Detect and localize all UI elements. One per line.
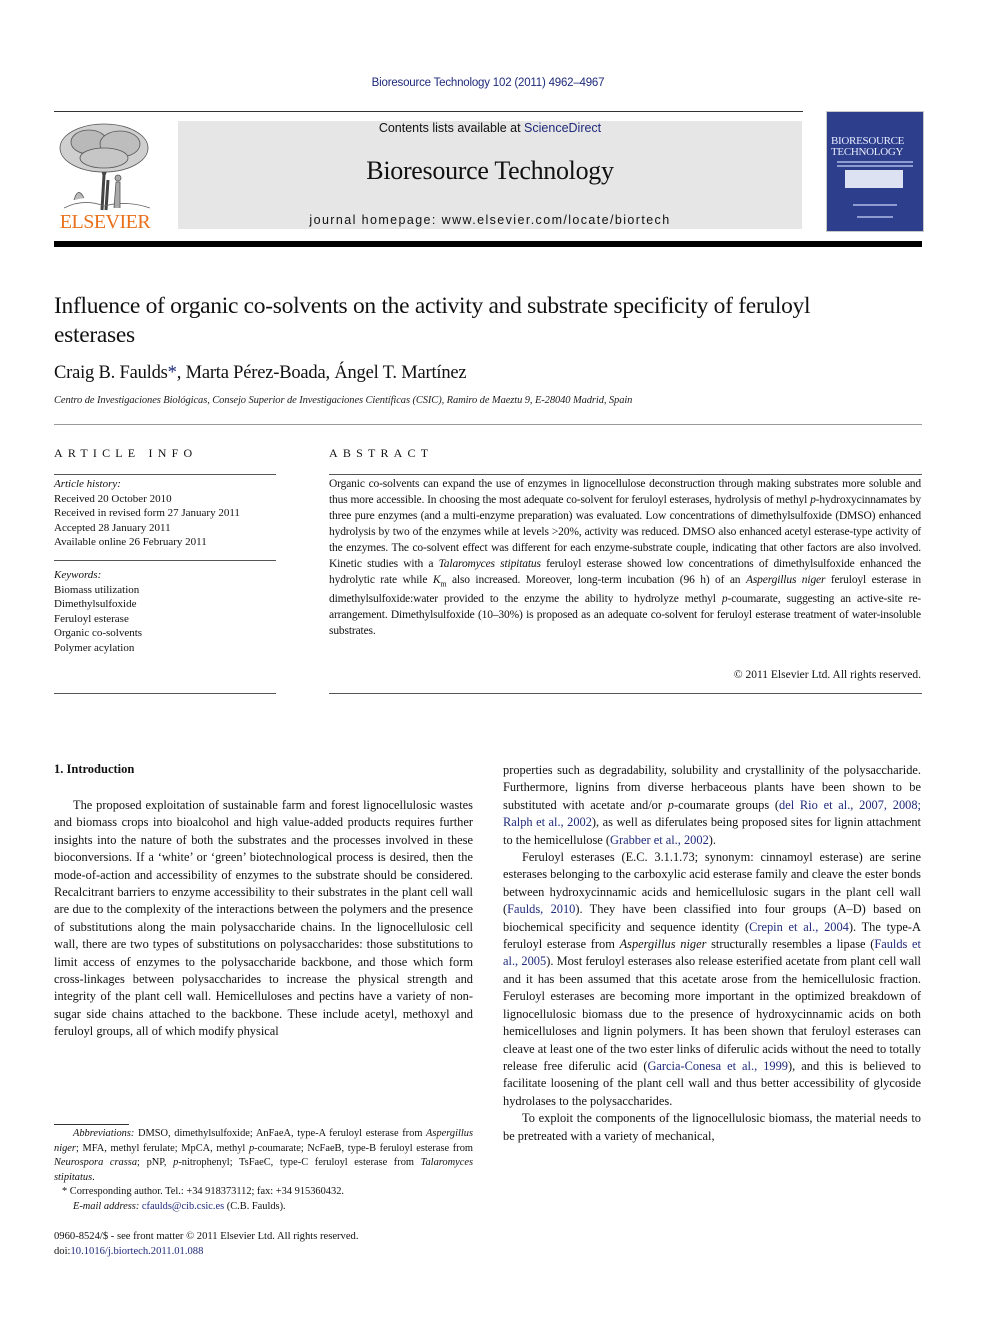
abstract-heading: ABSTRACT xyxy=(329,446,434,460)
header-rule xyxy=(54,111,803,112)
keyword-item: Biomass utilization xyxy=(54,583,140,596)
history-item: Received 20 October 2010 xyxy=(54,492,172,505)
abstract-copyright: © 2011 Elsevier Ltd. All rights reserved… xyxy=(733,669,921,681)
doi-line: doi:10.1016/j.biortech.2011.01.088 xyxy=(54,1245,204,1257)
author-separator: , xyxy=(325,363,335,383)
abbreviations-footnote: Abbreviations: DMSO, dimethylsulfoxide; … xyxy=(54,1128,473,1183)
author-name[interactable]: Craig B. Faulds xyxy=(54,363,168,383)
cover-decor-line xyxy=(857,216,893,218)
body-column-right: properties such as degradability, solubi… xyxy=(503,762,921,1145)
divider xyxy=(54,424,922,425)
citation-link[interactable]: Grabber et al., 2002 xyxy=(610,833,709,847)
article-info-heading: ARTICLE INFO xyxy=(54,446,198,460)
contents-availability: Contents lists available at ScienceDirec… xyxy=(178,121,802,135)
citation-link[interactable]: Faulds, 2010 xyxy=(507,902,575,916)
author-name[interactable]: Marta Pérez-Boada xyxy=(186,363,326,383)
paragraph: To exploit the components of the lignoce… xyxy=(503,1111,921,1143)
keyword-item: Dimethylsulfoxide xyxy=(54,598,137,610)
paragraph: The proposed exploitation of sustainable… xyxy=(54,798,473,1039)
cover-decor-line xyxy=(837,161,913,163)
divider xyxy=(54,560,276,561)
history-item: Received in revised form 27 January 2011 xyxy=(54,507,240,519)
email-link[interactable]: cfaulds@cib.csic.es xyxy=(142,1201,224,1212)
article-title: Influence of organic co-solvents on the … xyxy=(54,293,811,348)
history-label: Article history: xyxy=(54,478,121,490)
divider xyxy=(54,693,276,694)
section-heading-introduction: 1. Introduction xyxy=(54,762,135,776)
corresponding-author-mark[interactable]: * xyxy=(168,363,177,383)
keyword-item: Feruloyl esterase xyxy=(54,612,129,625)
history-item: Accepted 28 January 2011 xyxy=(54,521,171,534)
elsevier-wordmark: ELSEVIER xyxy=(59,211,151,233)
cover-decor-line xyxy=(853,204,897,206)
journal-name: Bioresource Technology xyxy=(366,156,614,185)
paragraph: properties such as degradability, solubi… xyxy=(503,763,921,847)
corresponding-author-footnote: * Corresponding author. Tel.: +34 918373… xyxy=(62,1186,344,1197)
cover-title-line2: TECHNOLOGY xyxy=(831,146,904,158)
sciencedirect-link[interactable]: ScienceDirect xyxy=(524,121,601,135)
journal-cover-thumbnail[interactable]: BIORESOURCE TECHNOLOGY xyxy=(826,111,924,232)
contents-prefix: Contents lists available at xyxy=(378,121,525,135)
author-name[interactable]: Ángel T. Martínez xyxy=(334,363,466,383)
journal-masthead: Contents lists available at ScienceDirec… xyxy=(178,121,802,229)
footnotes: Abbreviations: DMSO, dimethylsulfoxide; … xyxy=(54,1127,473,1214)
divider xyxy=(54,474,276,475)
body-column-left: The proposed exploitation of sustainable… xyxy=(54,797,473,1041)
affiliation: Centro de Investigaciones Biológicas, Co… xyxy=(54,395,633,406)
citation-link[interactable]: Crepin et al., 2004 xyxy=(749,920,849,934)
keywords: Keywords: Biomass utilization Dimethylsu… xyxy=(54,568,276,655)
cover-decor-line xyxy=(837,165,913,167)
article-history: Article history: Received 20 October 201… xyxy=(54,477,276,550)
author-list: Craig B. Faulds*, Marta Pérez-Boada, Áng… xyxy=(54,363,467,384)
keywords-label: Keywords: xyxy=(54,569,102,581)
abstract-text: Organic co-solvents can expand the use o… xyxy=(329,478,921,637)
masthead-rule xyxy=(54,241,922,247)
email-footnote: E-mail address: cfaulds@cib.csic.es (C.B… xyxy=(73,1200,286,1212)
cover-figure xyxy=(845,170,903,188)
keyword-item: Polymer acylation xyxy=(54,641,135,654)
divider xyxy=(329,693,922,694)
journal-citation-link[interactable]: Bioresource Technology 102 (2011) 4962–4… xyxy=(0,77,976,89)
citation-link[interactable]: Garcia-Conesa et al., 1999 xyxy=(647,1059,788,1073)
front-matter-copyright: 0960-8524/$ - see front matter © 2011 El… xyxy=(54,1231,359,1242)
keyword-item: Organic co-solvents xyxy=(54,627,143,639)
doi-link[interactable]: 10.1016/j.biortech.2011.01.088 xyxy=(70,1246,203,1257)
front-matter: 0960-8524/$ - see front matter © 2011 El… xyxy=(54,1230,473,1259)
paragraph: Feruloyl esterases (E.C. 3.1.1.73; synon… xyxy=(503,850,921,1108)
footnote-rule xyxy=(54,1124,129,1125)
author-separator: , xyxy=(176,363,186,383)
divider xyxy=(329,474,922,475)
history-item: Available online 26 February 2011 xyxy=(54,536,207,548)
journal-homepage-link[interactable]: journal homepage: www.elsevier.com/locat… xyxy=(178,213,802,227)
